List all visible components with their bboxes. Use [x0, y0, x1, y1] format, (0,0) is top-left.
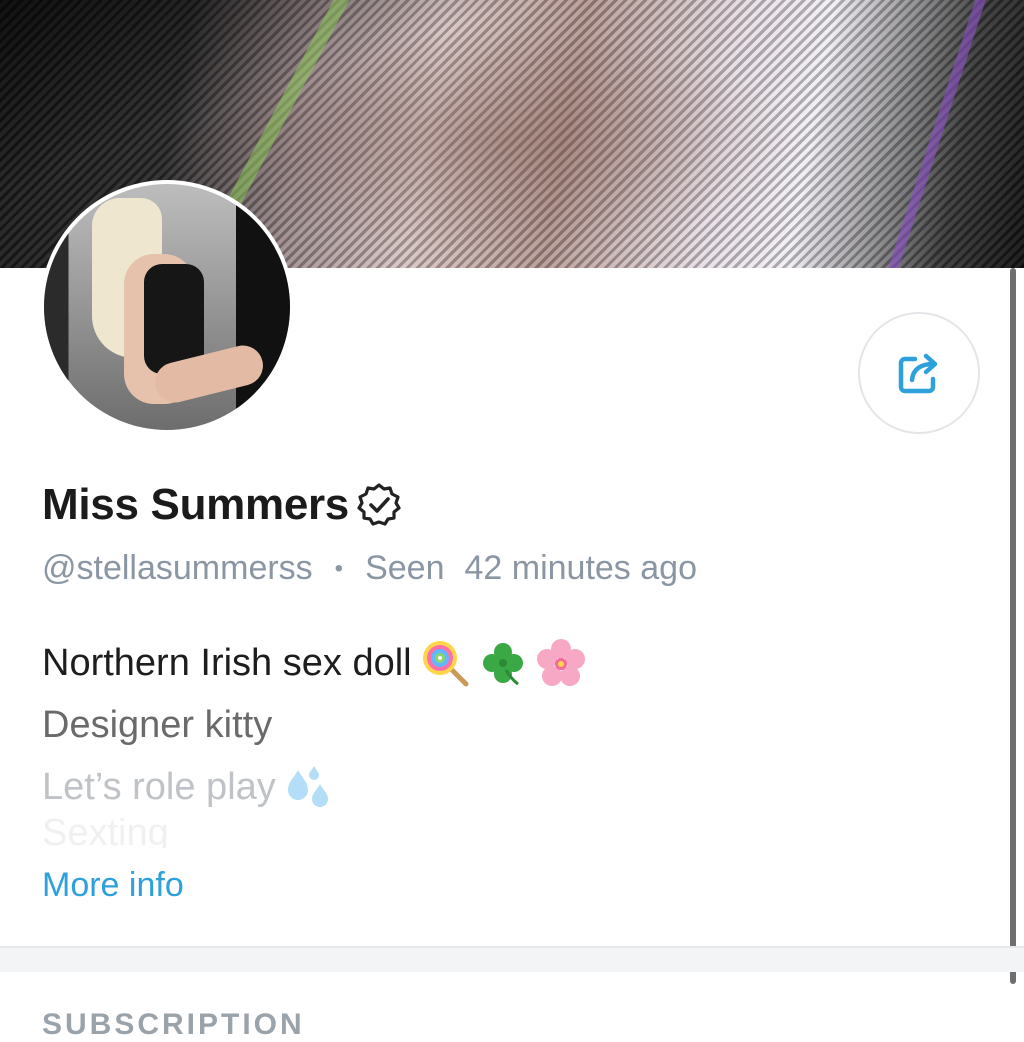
verified-badge-icon [357, 483, 401, 526]
bio-line: Let’s role play [42, 756, 586, 818]
four-leaf-clover-emoji [482, 643, 523, 686]
more-info-link[interactable]: More info [42, 866, 184, 905]
bio-text: Northern Irish sex doll [42, 642, 412, 684]
share-icon [898, 353, 938, 394]
bio-line: Northern Irish sex doll [42, 632, 586, 694]
display-name: Miss Summers [42, 480, 349, 529]
section-spacer [0, 948, 1024, 972]
bio-line: Designer kitty [42, 694, 586, 756]
bio-line-faded: Sexting [42, 818, 586, 848]
bio-text: Sexting [42, 818, 169, 848]
last-seen-time: 42 minutes ago [464, 549, 697, 587]
share-button[interactable] [858, 312, 980, 434]
avatar[interactable] [40, 180, 294, 434]
bio-text: Designer kitty [42, 704, 273, 746]
profile-name-row: Miss Summers [42, 480, 403, 530]
last-seen-label: Seen [365, 549, 445, 587]
subscription-section-title: SUBSCRIPTION [42, 1008, 305, 1041]
meta-separator: • [334, 554, 344, 582]
lollipop-emoji [422, 641, 469, 687]
username: @stellasummerss [42, 549, 313, 587]
bio-text: Let’s role play [42, 766, 276, 808]
sweat-droplets-emoji [287, 766, 328, 807]
scrollbar[interactable] [1010, 268, 1016, 984]
profile-meta-row: @stellasummerss • Seen 42 minutes ago [42, 549, 697, 588]
cherry-blossom-emoji [536, 639, 585, 686]
avatar-photo [44, 184, 290, 430]
profile-bio: Northern Irish sex doll Designer kitty L… [42, 632, 586, 848]
